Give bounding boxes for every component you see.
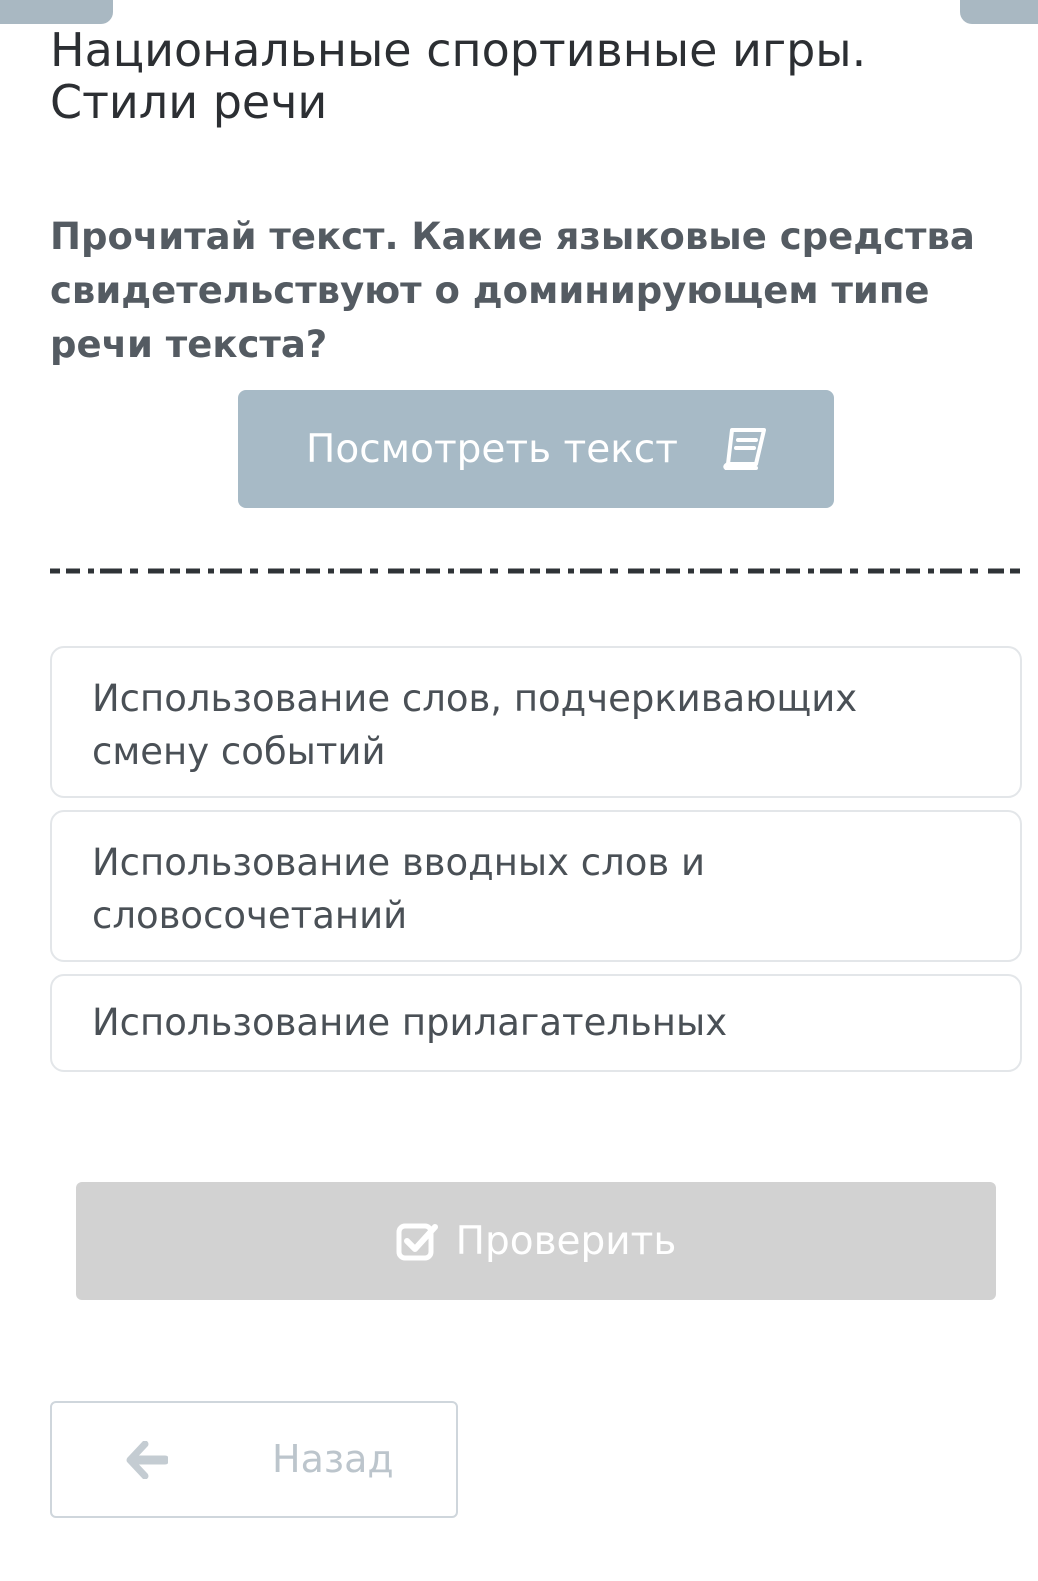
top-tab-right[interactable] [960, 0, 1038, 24]
option-1[interactable]: Использование слов, подчеркивающих смену… [50, 646, 1022, 798]
back-button-label: Назад [272, 1437, 394, 1481]
option-3[interactable]: Использование прилагательных [50, 974, 1022, 1072]
divider [50, 568, 1020, 574]
view-text-label: Посмотреть текст [306, 426, 678, 472]
book-icon [722, 428, 766, 470]
check-square-icon [396, 1221, 438, 1261]
question-text: Прочитай текст. Какие языковые средства … [50, 215, 975, 366]
arrow-left-icon [126, 1440, 170, 1483]
option-2[interactable]: Использование вводных слов и словосочета… [50, 810, 1022, 962]
view-text-button[interactable]: Посмотреть текст [238, 390, 834, 508]
answer-options: Использование слов, подчеркивающих смену… [50, 646, 1022, 1084]
top-tab-left[interactable] [0, 0, 113, 24]
back-button[interactable]: Назад [50, 1401, 458, 1518]
check-button[interactable]: Проверить [76, 1182, 996, 1300]
page-title: Национальные спортивные игры. Стили речи [50, 23, 867, 129]
check-button-label: Проверить [455, 1218, 677, 1264]
